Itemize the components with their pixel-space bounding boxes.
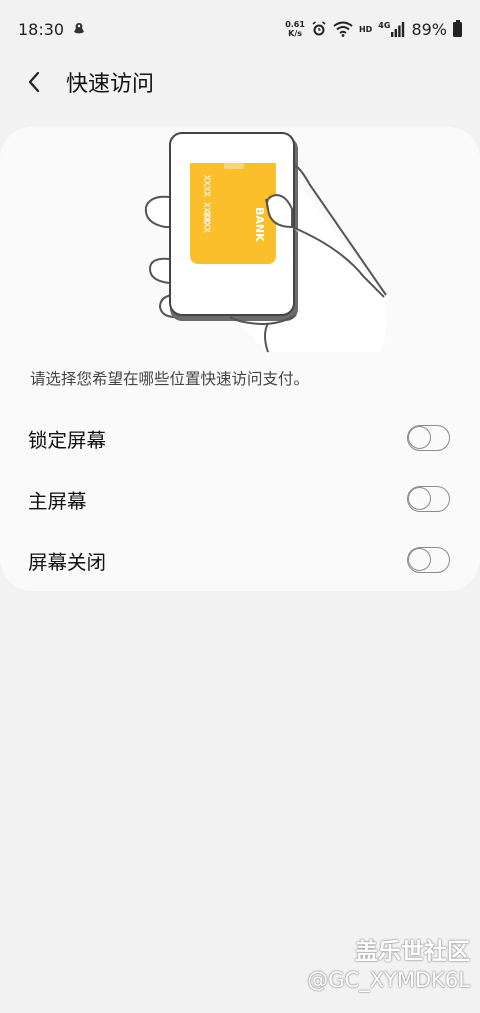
option-row-home-screen[interactable]: 主屏幕 (0, 469, 480, 529)
net-speed-value: 0.61 (285, 20, 305, 29)
option-label: 屏幕关闭 (28, 550, 107, 574)
status-bar: 18:30 0.61 K/s HD 4G 89% (0, 0, 480, 58)
hand-holding-phone-illustration: XXXX XXXX XXXX BANK (144, 132, 388, 353)
status-bar-left: 18:30 (18, 20, 86, 39)
option-label: 锁定屏幕 (28, 428, 107, 452)
option-row-lock-screen[interactable]: 锁定屏幕 (0, 408, 480, 468)
lock-screen-toggle[interactable] (407, 425, 450, 451)
back-button[interactable] (14, 62, 54, 102)
settings-card: XXXX XXXX XXXX BANK 请选择您希望在哪些位置快速访问支付。 锁… (0, 127, 480, 591)
notification-icon (74, 23, 85, 34)
battery-percent: 89% (411, 19, 447, 39)
net-speed: 0.61 K/s (285, 20, 305, 38)
watermark-community: 盖乐世社区 (355, 939, 470, 965)
description-text: 请选择您希望在哪些位置快速访问支付。 (30, 370, 310, 388)
card-brand: BANK (253, 207, 266, 242)
net-speed-unit: K/s (288, 29, 303, 38)
signal-icon: 4G (378, 21, 405, 37)
app-bar: 快速访问 (0, 58, 480, 106)
option-row-screen-off[interactable]: 屏幕关闭 (0, 530, 480, 590)
card-number-2: XXXX (201, 211, 211, 233)
home-screen-toggle[interactable] (407, 486, 450, 512)
wifi-icon (333, 21, 353, 37)
hd-label: HD (358, 24, 373, 34)
network-type-label: 4G (378, 21, 391, 30)
option-label: 主屏幕 (28, 489, 87, 513)
battery-icon (453, 19, 462, 37)
signal-bars-icon (391, 22, 405, 37)
screen-off-toggle[interactable] (407, 547, 450, 573)
status-bar-right: 0.61 K/s HD 4G 89% (285, 19, 462, 39)
page-title: 快速访问 (66, 72, 155, 97)
alarm-icon (312, 21, 326, 36)
clock: 18:30 (18, 19, 65, 39)
watermark-user: @GC_XYMDK6L (307, 968, 470, 992)
bank-card: XXXX XXXX XXXX BANK (190, 163, 276, 264)
chevron-left-icon (28, 71, 40, 93)
